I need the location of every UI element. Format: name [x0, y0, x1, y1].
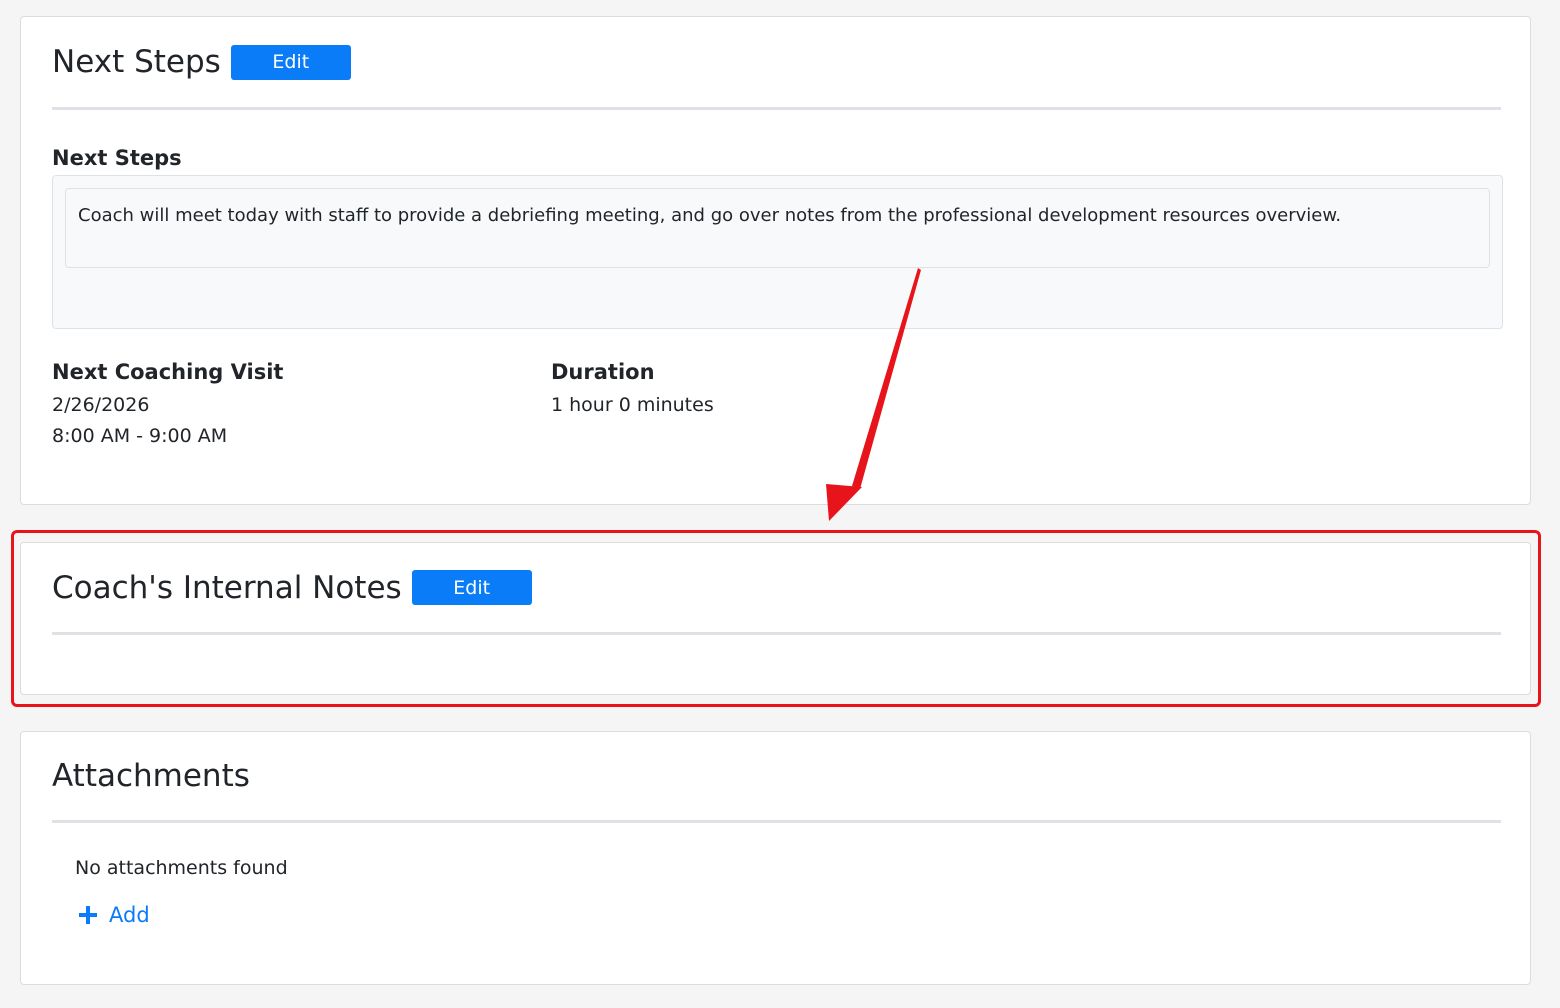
plus-icon — [79, 906, 97, 924]
attachments-title: Attachments — [52, 758, 250, 794]
add-attachment-link[interactable]: Add — [77, 903, 150, 927]
add-attachment-label: Add — [109, 903, 150, 927]
internal-notes-header: Coach's Internal Notes Edit — [52, 543, 1501, 635]
attachments-card: Attachments No attachments found — [20, 731, 1531, 985]
duration-value: 1 hour 0 minutes — [551, 394, 714, 416]
internal-notes-title: Coach's Internal Notes — [52, 569, 402, 606]
attachments-header: Attachments — [52, 732, 1501, 823]
next-steps-header: Next Steps Edit — [52, 17, 1501, 110]
next-steps-notes-label: Next Steps — [52, 146, 182, 170]
no-attachments-text: No attachments found — [75, 857, 288, 879]
next-coaching-visit-label: Next Coaching Visit — [52, 360, 284, 384]
internal-notes-edit-button[interactable]: Edit — [411, 570, 532, 605]
next-coaching-visit-date: 2/26/2026 — [52, 394, 150, 416]
duration-label: Duration — [551, 360, 655, 384]
internal-notes-card: Coach's Internal Notes Edit — [20, 542, 1531, 695]
next-steps-edit-button[interactable]: Edit — [230, 44, 351, 80]
next-steps-title: Next Steps — [52, 44, 221, 80]
next-steps-notes-text: Coach will meet today with staff to prov… — [65, 188, 1490, 268]
next-coaching-visit-time: 8:00 AM - 9:00 AM — [52, 425, 228, 447]
next-steps-notes-container: Coach will meet today with staff to prov… — [52, 175, 1503, 329]
next-steps-card: Next Steps Edit Next Steps Coach will me… — [20, 16, 1531, 505]
